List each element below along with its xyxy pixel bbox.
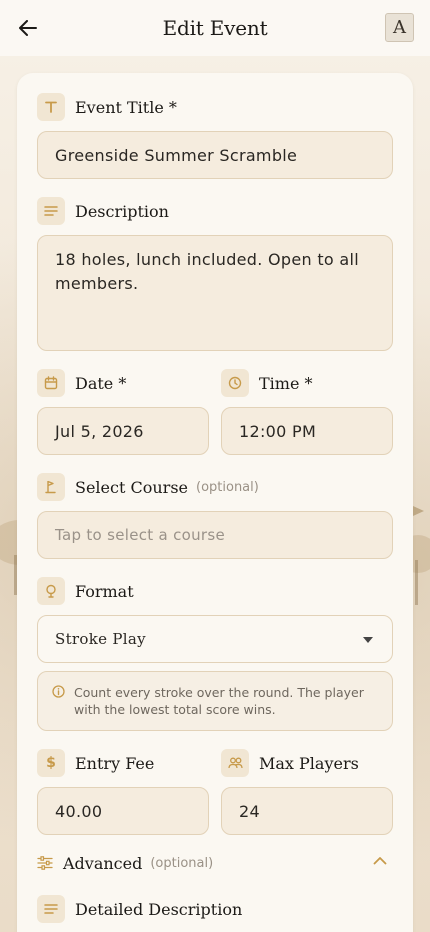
- sliders-icon: [37, 856, 53, 870]
- entry-fee-label: Entry Fee: [75, 753, 155, 773]
- time-label: Time *: [259, 373, 313, 393]
- golf-flag-icon: [413, 506, 424, 516]
- format-label: Format: [75, 581, 134, 601]
- golf-flag-icon: [37, 473, 65, 501]
- event-title-input[interactable]: Greenside Summer Scramble: [37, 131, 393, 179]
- advanced-section-toggle[interactable]: Advanced (optional): [37, 849, 393, 877]
- lines-icon: [37, 895, 65, 923]
- detailed-description-label: Detailed Description: [75, 899, 243, 919]
- calendar-icon: [37, 369, 65, 397]
- date-picker-field[interactable]: Jul 5, 2026: [37, 407, 209, 455]
- entry-fee-label-row: $ Entry Fee: [37, 749, 154, 777]
- event-title-label: Event Title *: [75, 97, 177, 117]
- description-label: Description: [75, 201, 169, 221]
- detailed-description-label-row: Detailed Description: [37, 895, 242, 923]
- event-form-card: Event Title * Greenside Summer Scramble …: [17, 73, 413, 932]
- format-selected-value: Stroke Play: [55, 630, 146, 648]
- avatar-letter: A: [393, 17, 406, 38]
- time-label-row: Time *: [221, 369, 313, 397]
- max-players-label: Max Players: [259, 753, 359, 773]
- golf-ball-icon: [37, 577, 65, 605]
- lines-icon: [37, 197, 65, 225]
- arrow-left-icon: [19, 20, 37, 36]
- dropdown-caret-icon: [363, 637, 373, 643]
- time-picker-field[interactable]: 12:00 PM: [221, 407, 393, 455]
- date-label: Date *: [75, 373, 127, 393]
- entry-fee-input[interactable]: 40.00: [37, 787, 209, 835]
- people-icon: [221, 749, 249, 777]
- advanced-optional-hint: (optional): [150, 855, 214, 871]
- course-label-row: Select Course (optional): [37, 473, 259, 501]
- back-button[interactable]: [14, 14, 42, 42]
- event-title-label-row: Event Title *: [37, 93, 177, 121]
- dollar-icon: $: [37, 749, 65, 777]
- description-label-row: Description: [37, 197, 169, 225]
- description-textarea[interactable]: 18 holes, lunch included. Open to all me…: [37, 235, 393, 351]
- tree-trunk: [415, 560, 418, 605]
- course-select-field[interactable]: Tap to select a course: [37, 511, 393, 559]
- format-label-row: Format: [37, 577, 134, 605]
- format-info-text: Count every stroke over the round. The p…: [74, 685, 364, 717]
- date-label-row: Date *: [37, 369, 126, 397]
- course-optional-hint: (optional): [196, 479, 259, 495]
- format-info-box: Count every stroke over the round. The p…: [37, 671, 393, 731]
- max-players-label-row: Max Players: [221, 749, 359, 777]
- chevron-up-icon: [373, 857, 387, 865]
- advanced-label: Advanced: [63, 853, 143, 873]
- info-icon: [52, 685, 65, 698]
- course-label: Select Course: [75, 477, 188, 497]
- top-app-bar: Edit Event A: [0, 0, 430, 56]
- max-players-input[interactable]: 24: [221, 787, 393, 835]
- avatar[interactable]: A: [385, 13, 414, 42]
- format-dropdown[interactable]: Stroke Play: [37, 615, 393, 663]
- text-icon: [37, 93, 65, 121]
- clock-icon: [221, 369, 249, 397]
- page-title: Edit Event: [162, 16, 268, 40]
